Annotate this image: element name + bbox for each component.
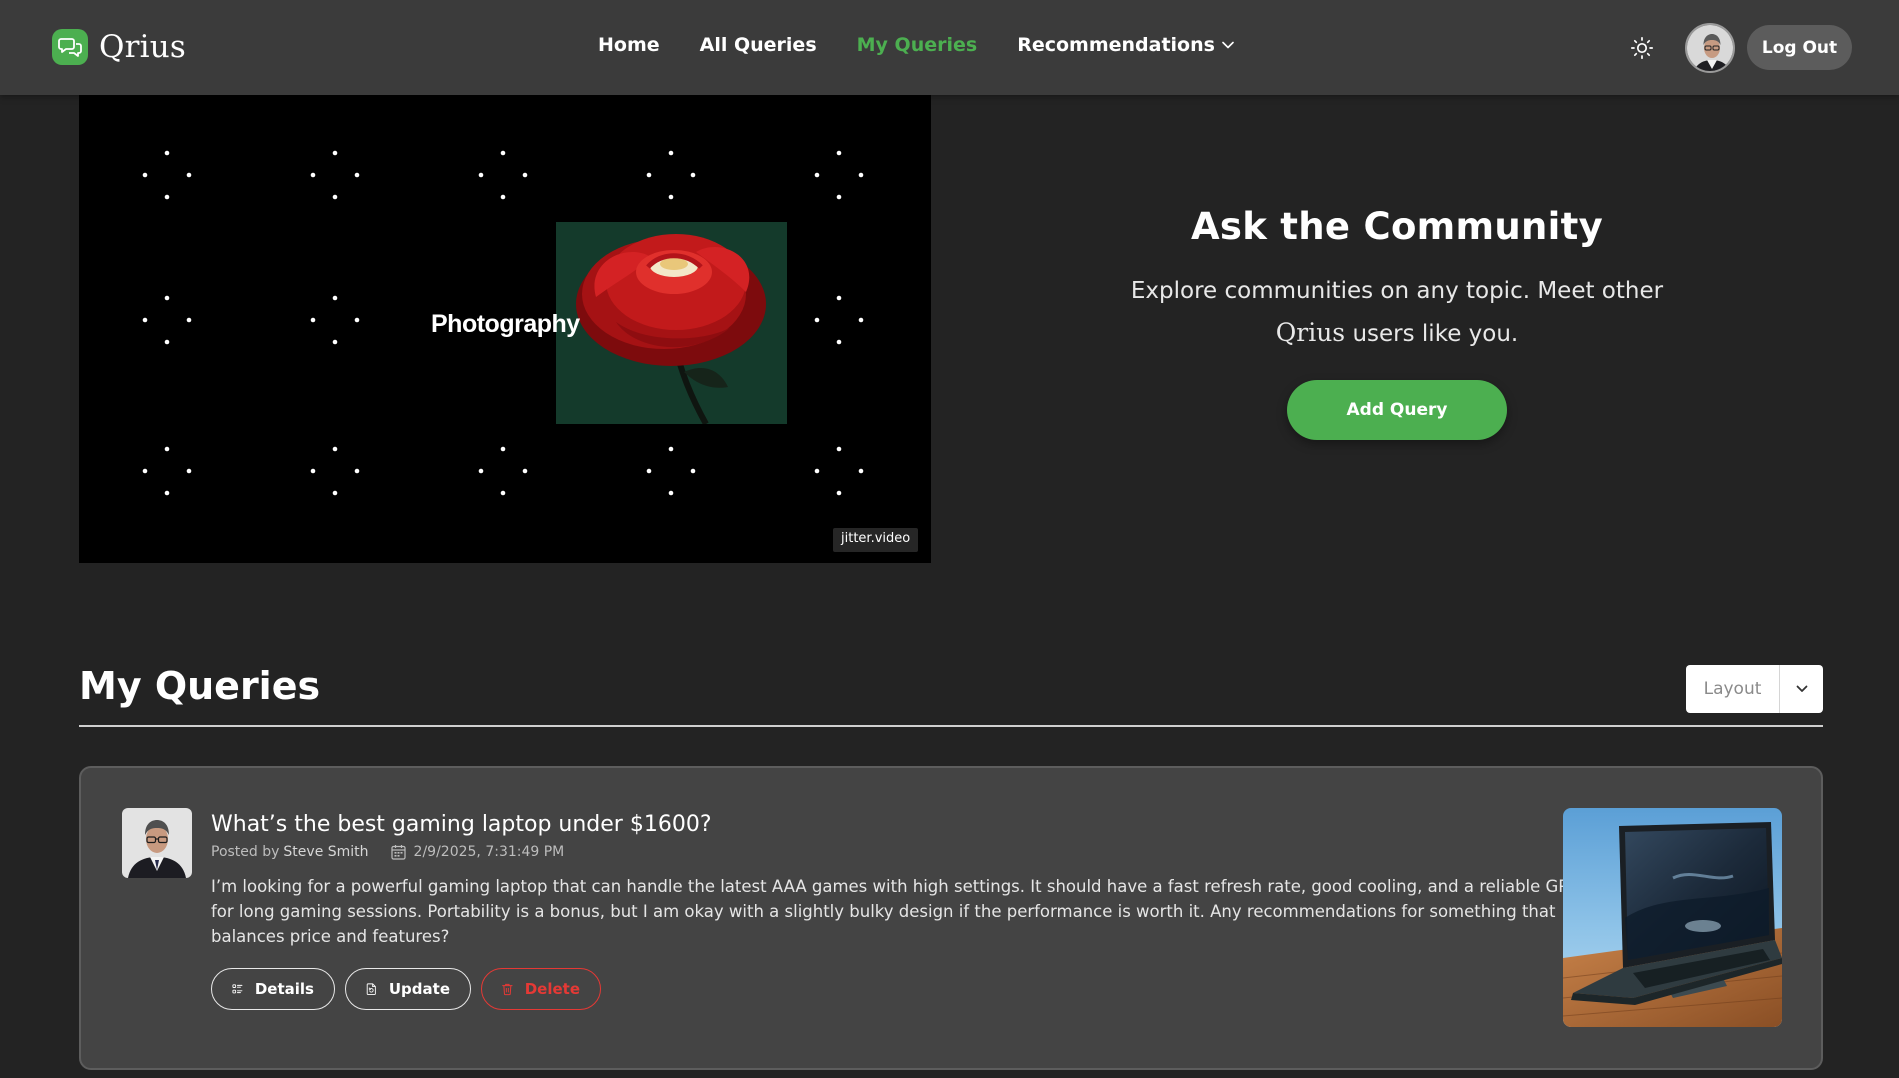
nav-my-queries[interactable]: My Queries: [857, 34, 978, 56]
sparkle-icon: [478, 446, 528, 496]
navbar: Qrius Home All Queries My Queries Recomm…: [0, 0, 1899, 95]
chevron-down-icon[interactable]: [1780, 665, 1823, 713]
author-avatar: [122, 808, 192, 878]
community-cta: Ask the Community Explore communities on…: [1080, 205, 1714, 355]
main-nav: Home All Queries My Queries Recommendati…: [598, 34, 1274, 56]
update-button[interactable]: Update: [345, 968, 471, 1010]
details-button[interactable]: Details: [211, 968, 335, 1010]
sparkle-icon: [310, 150, 360, 200]
sparkle-icon: [646, 446, 696, 496]
sparkle-icon: [142, 295, 192, 345]
sparkle-icon: [814, 446, 864, 496]
trash-icon: [502, 983, 513, 996]
sun-icon[interactable]: [1630, 36, 1654, 60]
delete-button-label: Delete: [524, 980, 580, 998]
nav-home[interactable]: Home: [598, 34, 660, 56]
section-title: My Queries: [79, 664, 321, 708]
delete-button[interactable]: Delete: [481, 968, 601, 1010]
query-card: What’s the best gaming laptop under $160…: [79, 766, 1823, 1070]
sparkle-icon: [646, 150, 696, 200]
query-body: I’m looking for a powerful gaming laptop…: [211, 877, 1581, 946]
cta-title: Ask the Community: [1190, 205, 1604, 248]
video-watermark: jitter.video: [833, 528, 919, 552]
query-image-laptop[interactable]: [1563, 808, 1782, 1027]
brand-logo-link[interactable]: Qrius: [52, 29, 186, 65]
nav-all-queries[interactable]: All Queries: [700, 34, 817, 56]
cta-text-brand: Qrius: [1275, 318, 1346, 347]
user-avatar[interactable]: [1685, 23, 1735, 73]
sparkle-icon: [310, 295, 360, 345]
chevron-down-icon: [1222, 41, 1234, 49]
query-author: Steve Smith: [283, 844, 369, 860]
hero-video-word: Photography: [431, 310, 580, 338]
sparkle-icon: [142, 446, 192, 496]
sparkle-icon: [310, 446, 360, 496]
sparkle-icon: [142, 150, 192, 200]
layout-select[interactable]: Layout: [1686, 665, 1823, 713]
logout-button[interactable]: Log Out: [1747, 25, 1852, 70]
cta-text: Explore communities on any topic. Meet o…: [1080, 270, 1714, 355]
nav-recommendations[interactable]: Recommendations: [1017, 34, 1234, 56]
flower-image: [556, 222, 787, 424]
nav-recommendations-label: Recommendations: [1017, 34, 1215, 56]
layout-select-value: Layout: [1686, 665, 1780, 713]
add-query-button[interactable]: Add Query: [1287, 380, 1507, 440]
cta-text-line2: users like you.: [1345, 321, 1519, 347]
posted-by-label: Posted by: [211, 844, 280, 860]
hero-video-banner: Photography jitter.video: [79, 95, 931, 563]
sparkle-icon: [478, 150, 528, 200]
update-button-label: Update: [388, 980, 450, 998]
brand-name: Qrius: [99, 29, 187, 65]
calendar-icon: [390, 845, 406, 860]
query-actions: Details Update Delete: [211, 968, 611, 1010]
query-date: 2/9/2025, 7:31:49 PM: [413, 844, 565, 860]
cta-text-line1: Explore communities on any topic. Meet o…: [1130, 278, 1664, 304]
section-divider: [79, 725, 1823, 727]
sparkle-icon: [814, 295, 864, 345]
query-title[interactable]: What’s the best gaming laptop under $160…: [211, 812, 712, 837]
list-details-icon: [232, 984, 243, 994]
file-refresh-icon: [366, 983, 376, 995]
chat-bubbles-icon: [52, 29, 88, 65]
sparkle-icon: [814, 150, 864, 200]
details-button-label: Details: [254, 980, 314, 998]
query-meta: Posted by Steve Smith 2/9/2025, 7:31:49 …: [211, 844, 564, 860]
